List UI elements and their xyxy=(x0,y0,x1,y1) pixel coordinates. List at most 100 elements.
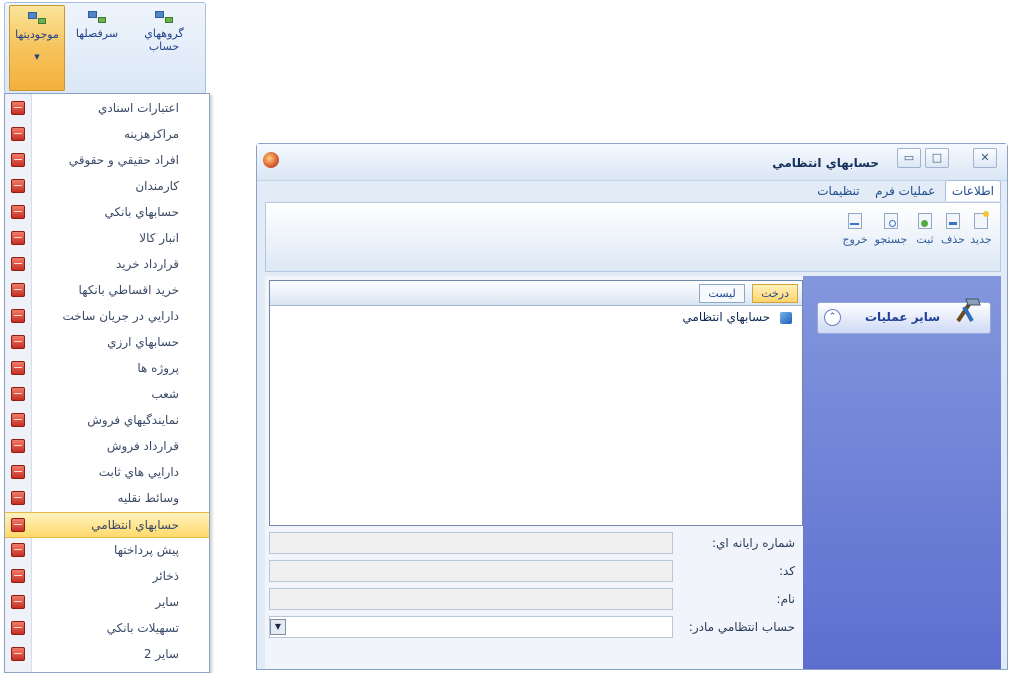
menu-item-sales-contract[interactable]: قرارداد فروش xyxy=(5,434,209,458)
menu-item-label: حسابهاي بانكي xyxy=(104,205,179,219)
menu-item-label: حسابهاي انتظامي xyxy=(91,518,179,532)
entity-icon xyxy=(11,491,25,505)
menu-item-persons[interactable]: افراد حقيقي و حقوقي xyxy=(5,148,209,172)
menu-item-label: قرارداد فروش xyxy=(106,439,179,453)
menu-item-label: اعتبارات اسنادي xyxy=(97,101,179,115)
entity-icon xyxy=(11,569,25,583)
window-titlebar: حسابهاي انتظامي ✕ □ ▭ xyxy=(257,144,1007,181)
name-row: نام: xyxy=(269,588,801,610)
window-title: حسابهاي انتظامي xyxy=(772,156,879,170)
entity-icon xyxy=(11,361,25,375)
menu-item-branches[interactable]: شعب xyxy=(5,382,209,406)
menu-item-construction-assets[interactable]: دارايي در جريان ساخت xyxy=(5,304,209,328)
parent-account-label: حساب انتظامي مادر: xyxy=(688,620,795,634)
accounts-tree-panel: درخت ليست حسابهاي انتظامي xyxy=(269,280,803,526)
search-button[interactable]: جستجو xyxy=(872,213,910,246)
exit-icon xyxy=(848,213,862,229)
entities-button[interactable]: موجوديتها ▼ xyxy=(9,5,65,91)
menu-item-projects[interactable]: پروژه ها xyxy=(5,356,209,380)
form-content: درخت ليست حسابهاي انتظامي شماره رايانه ا… xyxy=(265,276,1001,669)
tree-icon xyxy=(28,12,46,24)
dropdown-arrow-icon: ▼ xyxy=(34,53,40,61)
menu-item-bank-facilities[interactable]: تسهيلات بانكي xyxy=(5,616,209,640)
save-icon xyxy=(918,213,932,229)
entities-label: موجوديتها xyxy=(15,28,59,41)
list-view-button[interactable]: ليست xyxy=(699,284,745,303)
entity-icon xyxy=(11,257,25,271)
menu-item-label: نمايندگيهاي فروش xyxy=(87,413,179,427)
memorandum-accounts-window: حسابهاي انتظامي ✕ □ ▭ اطلاعات عمليات فرم… xyxy=(256,143,1008,670)
entity-icon xyxy=(11,413,25,427)
menu-item-label: افراد حقيقي و حقوقي xyxy=(68,153,179,167)
form-toolbar: جديد حذف ثبت جستجو خروج xyxy=(265,202,1001,272)
new-icon xyxy=(974,211,989,229)
ribbon-group: موجوديتها ▼ سرفصلها گروههاي حساب xyxy=(4,2,206,94)
entity-icon xyxy=(11,231,25,245)
computer-number-label: شماره رايانه اي: xyxy=(711,536,795,550)
menu-item-cost-centers[interactable]: مراكزهزينه xyxy=(5,122,209,146)
exit-label: خروج xyxy=(842,233,868,246)
chevron-down-icon[interactable]: ▼ xyxy=(270,619,286,635)
menu-item-label: ساير 2 xyxy=(143,647,179,661)
parent-account-combo[interactable]: ▼ xyxy=(269,616,673,638)
menu-item-purchase-contract[interactable]: قرارداد خريد xyxy=(5,252,209,276)
close-icon[interactable]: ✕ xyxy=(973,148,997,168)
menu-item-sales-agencies[interactable]: نمايندگيهاي فروش xyxy=(5,408,209,432)
search-label: جستجو xyxy=(874,233,908,246)
name-label: نام: xyxy=(776,592,795,606)
side-operations-panel: ساير عمليات ⌃ xyxy=(803,276,1001,669)
headings-button[interactable]: سرفصلها xyxy=(71,5,123,40)
tab-info[interactable]: اطلاعات xyxy=(944,180,1001,201)
menu-item-label: پيش پرداختها xyxy=(114,543,179,557)
menu-item-vehicles[interactable]: وسائط نقليه xyxy=(5,486,209,510)
entity-icon xyxy=(11,153,25,167)
menu-item-employees[interactable]: كارمندان xyxy=(5,174,209,198)
menu-item-label: دارايي در جريان ساخت xyxy=(62,309,180,323)
maximize-icon[interactable]: □ xyxy=(925,148,949,168)
menu-item-reserves[interactable]: ذخائر xyxy=(5,564,209,588)
menu-item-label: وسائط نقليه xyxy=(117,491,180,505)
delete-icon xyxy=(946,213,960,229)
save-button[interactable]: ثبت xyxy=(912,213,938,246)
tree-root-node[interactable]: حسابهاي انتظامي xyxy=(270,306,802,328)
code-field[interactable] xyxy=(269,560,673,582)
menu-item-memorandum-accounts[interactable]: حسابهاي انتظامي xyxy=(5,512,209,538)
menu-item-label: كارمندان xyxy=(135,179,179,193)
account-node-icon xyxy=(780,311,792,324)
entity-icon xyxy=(11,518,25,532)
entity-icon xyxy=(11,465,25,479)
menu-item-prepayments[interactable]: پيش پرداختها xyxy=(5,538,209,562)
menu-item-bank-installments[interactable]: خريد اقساطي بانكها xyxy=(5,278,209,302)
menu-item-warehouse[interactable]: انبار كالا xyxy=(5,226,209,250)
tree-view-button[interactable]: درخت xyxy=(752,284,798,303)
menu-item-label: دارايي هاي ثابت xyxy=(98,465,179,479)
minimize-icon[interactable]: ▭ xyxy=(897,148,921,168)
name-field[interactable] xyxy=(269,588,673,610)
menu-item-currency-accounts[interactable]: حسابهاي ارزي xyxy=(5,330,209,354)
menu-item-other[interactable]: ساير xyxy=(5,590,209,614)
delete-label: حذف xyxy=(941,233,965,246)
delete-button[interactable]: حذف xyxy=(940,213,966,246)
collapse-up-icon[interactable]: ⌃ xyxy=(824,309,841,326)
tree-root-label: حسابهاي انتظامي xyxy=(682,310,771,324)
new-button[interactable]: جديد xyxy=(968,211,994,246)
menu-item-fixed-assets[interactable]: دارايي هاي ثابت xyxy=(5,460,209,484)
menu-item-other-2[interactable]: ساير 2 xyxy=(5,642,209,666)
entity-icon xyxy=(11,543,25,557)
exit-button[interactable]: خروج xyxy=(840,213,870,246)
menu-item-letters-of-credit[interactable]: اعتبارات اسنادي xyxy=(5,96,209,120)
tab-settings[interactable]: تنظيمات xyxy=(811,181,865,201)
entity-icon xyxy=(11,205,25,219)
tools-icon xyxy=(956,298,981,323)
account-groups-button[interactable]: گروههاي حساب xyxy=(131,5,197,53)
tab-form-operations[interactable]: عمليات فرم xyxy=(869,181,941,201)
entity-icon xyxy=(11,309,25,323)
headings-label: سرفصلها xyxy=(75,27,119,40)
entity-icon xyxy=(11,439,25,453)
menu-item-bank-accounts[interactable]: حسابهاي بانكي xyxy=(5,200,209,224)
entity-icon xyxy=(11,179,25,193)
entity-icon xyxy=(11,101,25,115)
computer-number-field[interactable] xyxy=(269,532,673,554)
menu-item-label: خريد اقساطي بانكها xyxy=(78,283,179,297)
other-operations-header[interactable]: ساير عمليات ⌃ xyxy=(817,298,991,334)
